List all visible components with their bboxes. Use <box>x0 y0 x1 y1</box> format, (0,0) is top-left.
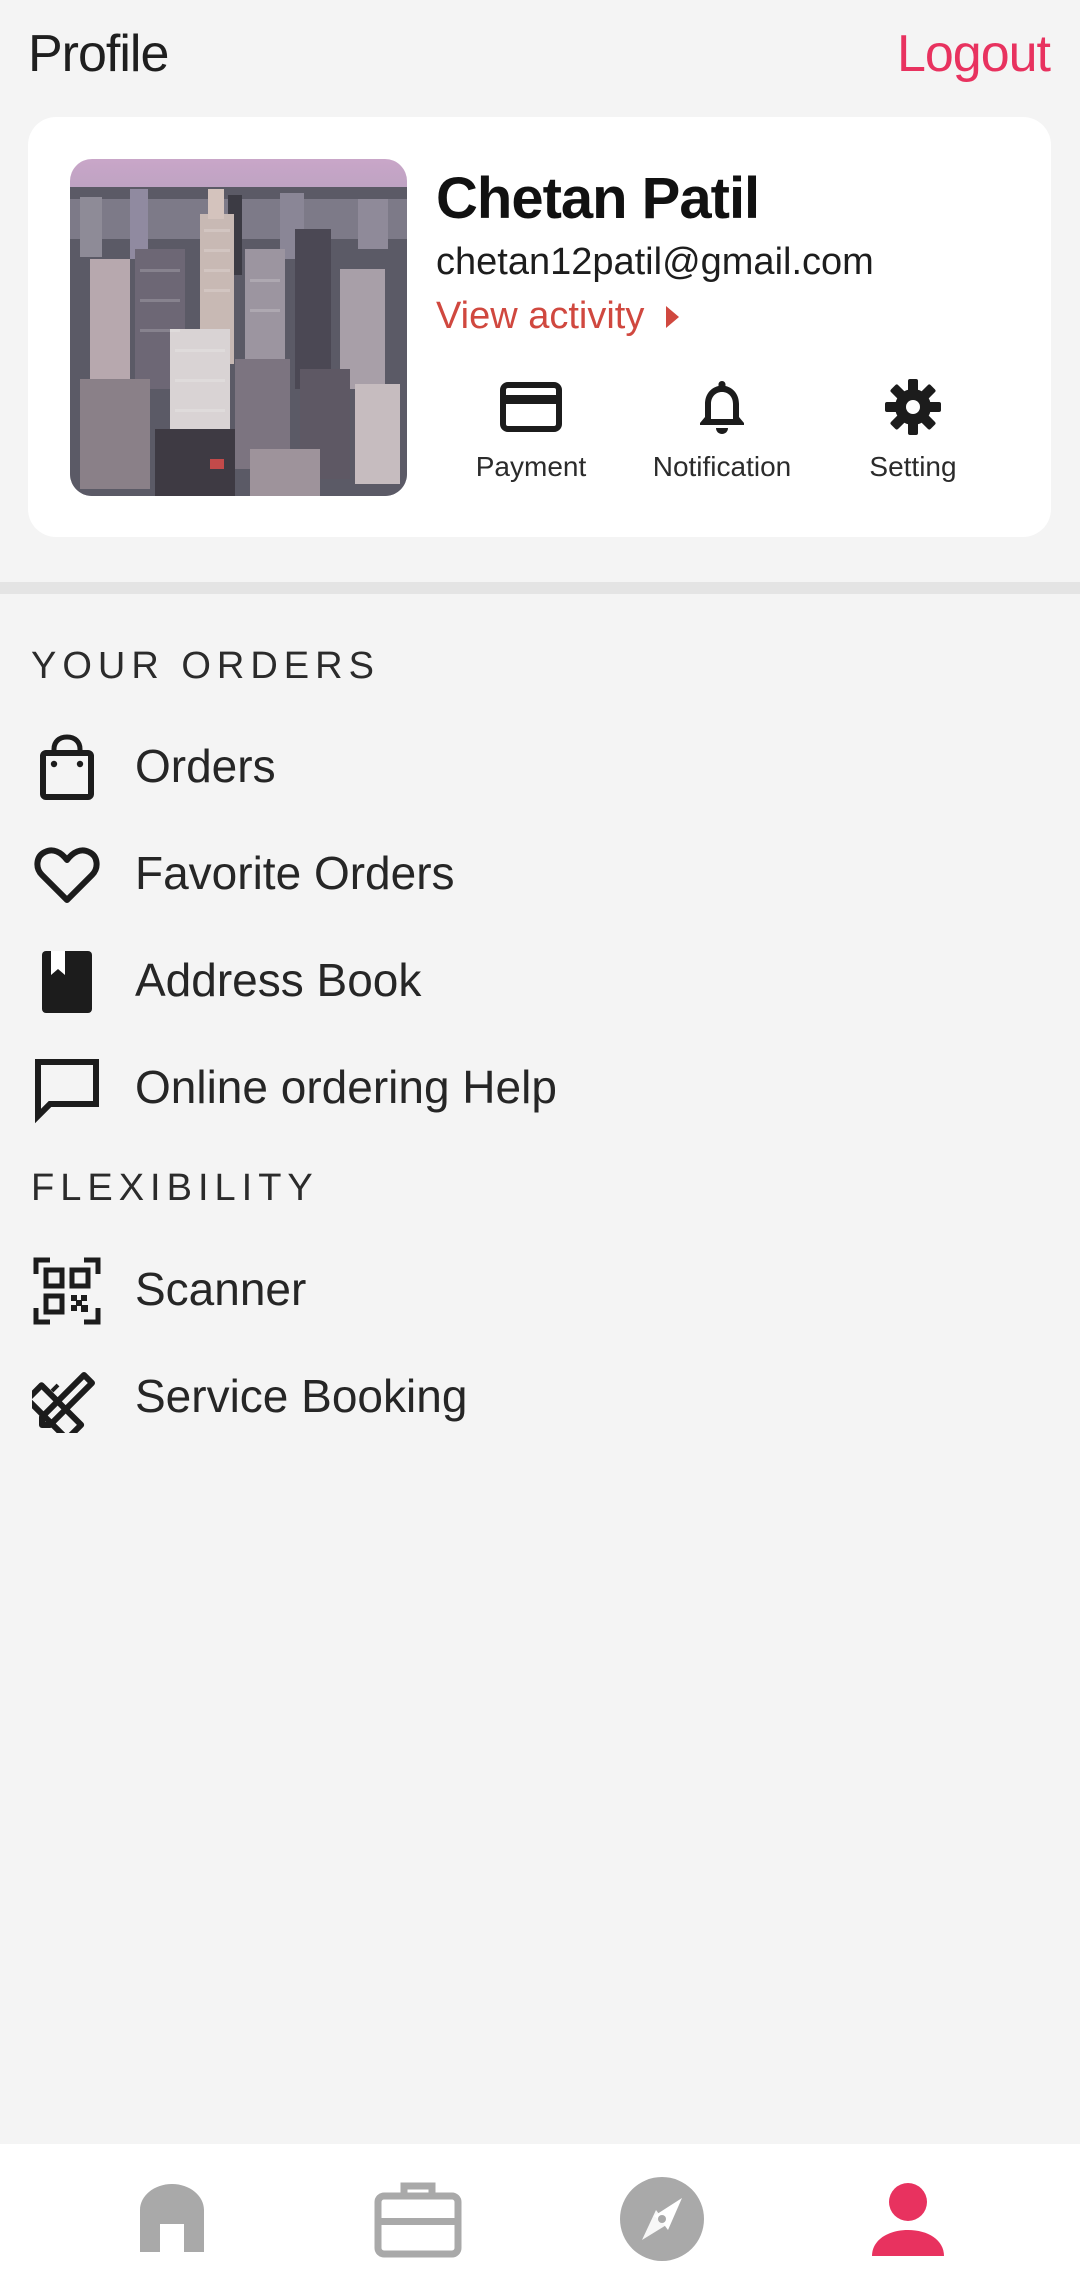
qr-code-icon <box>33 1257 101 1325</box>
city-photo-icon <box>70 159 407 496</box>
profile-card: Chetan Patil chetan12patil@gmail.com Vie… <box>28 117 1051 537</box>
menu-item-service-booking[interactable]: Service Booking <box>0 1353 1080 1443</box>
menu-item-label: Orders <box>135 740 276 792</box>
person-icon <box>872 2183 944 2256</box>
menu-item-orders[interactable]: Orders <box>0 723 1080 813</box>
notification-button[interactable]: Notification <box>632 375 812 483</box>
nav-explore-button[interactable] <box>614 2174 710 2264</box>
book-icon <box>42 951 92 1013</box>
logout-button[interactable]: Logout <box>897 24 1051 84</box>
home-icon <box>140 2184 204 2252</box>
page-title: Profile <box>28 25 169 83</box>
chat-icon <box>35 1059 99 1124</box>
bottom-navigation <box>0 2144 1080 2289</box>
tools-icon <box>32 1372 95 1433</box>
payment-button[interactable]: Payment <box>441 375 621 483</box>
section-title-your-orders: YOUR ORDERS <box>31 645 380 687</box>
avatar[interactable] <box>70 159 407 496</box>
user-name: Chetan Patil <box>436 166 760 231</box>
view-activity-link[interactable]: View activity <box>436 295 680 338</box>
nav-home-button[interactable] <box>124 2174 220 2264</box>
compass-icon <box>620 2177 704 2261</box>
menu-item-address-book[interactable]: Address Book <box>0 937 1080 1027</box>
credit-card-icon <box>500 382 562 432</box>
briefcase-icon <box>374 2182 462 2258</box>
setting-button[interactable]: Setting <box>823 375 1003 483</box>
view-activity-label: View activity <box>436 295 645 337</box>
heart-icon <box>34 847 100 903</box>
menu-item-favorite-orders[interactable]: Favorite Orders <box>0 830 1080 920</box>
shopping-bag-icon <box>40 734 94 800</box>
nav-profile-button[interactable] <box>860 2174 956 2264</box>
menu-item-online-ordering-help[interactable]: Online ordering Help <box>0 1044 1080 1134</box>
menu-item-label: Online ordering Help <box>135 1061 557 1113</box>
nav-briefcase-button[interactable] <box>370 2174 466 2264</box>
app-header: Profile Logout <box>0 0 1080 112</box>
caret-right-icon <box>666 305 680 328</box>
gear-icon <box>885 379 941 435</box>
menu-item-label: Service Booking <box>135 1370 468 1422</box>
menu-item-label: Scanner <box>135 1263 307 1315</box>
menu-item-label: Address Book <box>135 954 422 1006</box>
menu-item-label: Favorite Orders <box>135 847 455 899</box>
menu-item-scanner[interactable]: Scanner <box>0 1246 1080 1336</box>
section-title-flexibility: FLEXIBILITY <box>31 1167 319 1209</box>
user-email: chetan12patil@gmail.com <box>436 241 874 283</box>
notification-label: Notification <box>652 451 792 482</box>
setting-label: Setting <box>869 451 957 482</box>
bell-icon <box>700 381 744 434</box>
section-divider <box>0 582 1080 594</box>
payment-label: Payment <box>475 451 587 482</box>
